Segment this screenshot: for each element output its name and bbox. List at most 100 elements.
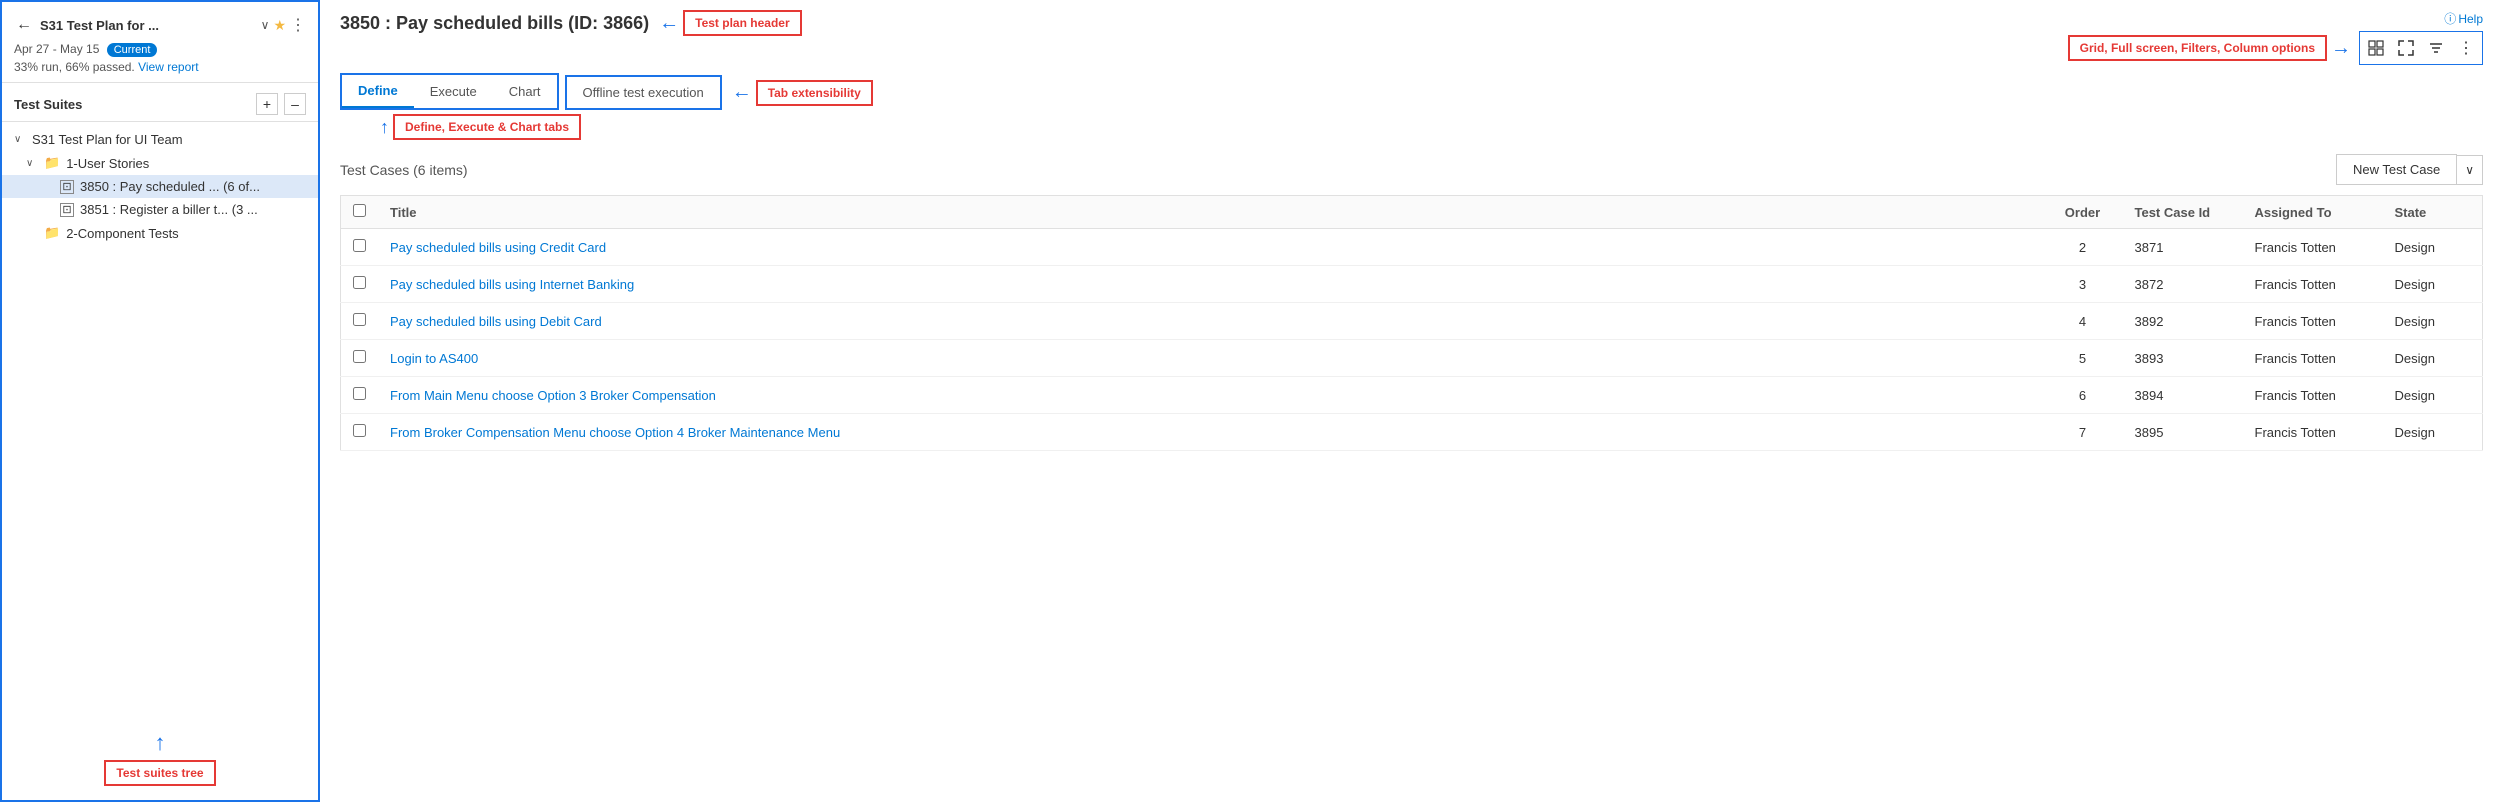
test-cases-count: Test Cases (6 items)	[340, 162, 468, 178]
filter-button[interactable]	[2422, 34, 2450, 62]
new-test-case-button[interactable]: New Test Case	[2336, 154, 2457, 185]
select-all-checkbox[interactable]	[353, 204, 366, 217]
row-checkbox-cell	[341, 377, 379, 414]
row-checkbox[interactable]	[353, 424, 366, 437]
row-title-cell: Pay scheduled bills using Internet Banki…	[378, 266, 2043, 303]
main-content: 3850 : Pay scheduled bills (ID: 3866) ← …	[320, 0, 2503, 802]
grid-options-annotation: Grid, Full screen, Filters, Column optio…	[2068, 35, 2327, 61]
tree-item-user-stories[interactable]: ∨ 📁 1-User Stories	[2, 151, 318, 175]
sidebar-plan-header: ← S31 Test Plan for ... ∨ ★ ⋮ Apr 27 - M…	[2, 2, 318, 83]
row-checkbox-cell	[341, 414, 379, 451]
back-button[interactable]: ←	[14, 14, 34, 36]
test-case-title-link[interactable]: From Broker Compensation Menu choose Opt…	[390, 425, 840, 440]
sidebar-annotation-label: Test suites tree	[104, 760, 215, 786]
row-order-cell: 4	[2043, 303, 2123, 340]
tree-item-3851[interactable]: ⊡ 3851 : Register a biller t... (3 ...	[2, 198, 318, 221]
tree-item-3850[interactable]: ⊡ 3850 : Pay scheduled ... (6 of...	[2, 175, 318, 198]
chevron-icon: ∨	[14, 134, 26, 145]
row-test-case-id-cell: 3872	[2123, 266, 2243, 303]
row-checkbox[interactable]	[353, 350, 366, 363]
tab-extensibility-annotation: Tab extensibility	[756, 80, 873, 106]
row-test-case-id-cell: 3895	[2123, 414, 2243, 451]
tab-execute[interactable]: Execute	[414, 75, 493, 108]
help-link[interactable]: ⓘ Help	[2444, 10, 2483, 27]
row-assigned-to-cell: Francis Totten	[2243, 229, 2383, 266]
collapse-suite-button[interactable]: –	[284, 93, 306, 115]
row-assigned-to-cell: Francis Totten	[2243, 303, 2383, 340]
suites-icon-group: + –	[256, 93, 306, 115]
row-checkbox[interactable]	[353, 276, 366, 289]
test-case-title-link[interactable]: From Main Menu choose Option 3 Broker Co…	[390, 388, 716, 403]
row-state-cell: Design	[2383, 414, 2483, 451]
row-test-case-id-cell: 3892	[2123, 303, 2243, 340]
row-state-cell: Design	[2383, 229, 2483, 266]
row-assigned-to-cell: Francis Totten	[2243, 266, 2383, 303]
row-assigned-to-cell: Francis Totten	[2243, 414, 2383, 451]
row-state-cell: Design	[2383, 340, 2483, 377]
view-report-link[interactable]: View report	[138, 60, 198, 74]
header-assigned-to-col: Assigned To	[2243, 196, 2383, 229]
row-assigned-to-cell: Francis Totten	[2243, 377, 2383, 414]
tab-define[interactable]: Define	[342, 75, 414, 108]
plan-header-annotation: Test plan header	[683, 10, 801, 36]
plan-stats: 33% run, 66% passed.	[14, 60, 135, 74]
row-order-cell: 2	[2043, 229, 2123, 266]
test-case-title-link[interactable]: Login to AS400	[390, 351, 478, 366]
folder-icon: 📁	[44, 155, 60, 171]
row-checkbox[interactable]	[353, 239, 366, 252]
test-suites-header: Test Suites + –	[2, 83, 318, 122]
sidebar: ← S31 Test Plan for ... ∨ ★ ⋮ Apr 27 - M…	[0, 0, 320, 802]
row-order-cell: 7	[2043, 414, 2123, 451]
table-body: Pay scheduled bills using Credit Card 2 …	[341, 229, 2483, 451]
suite-page-icon: ⊡	[60, 180, 74, 194]
new-test-case-dropdown-button[interactable]: ∨	[2457, 155, 2483, 185]
tree-item-label: S31 Test Plan for UI Team	[32, 132, 183, 147]
folder-icon: 📁	[44, 225, 60, 241]
row-title-cell: From Broker Compensation Menu choose Opt…	[378, 414, 2043, 451]
tab-group: Define Execute Chart	[340, 73, 559, 110]
offline-tab-border: Offline test execution	[565, 75, 722, 110]
table-row: Login to AS400 5 3893 Francis Totten Des…	[341, 340, 2483, 377]
plan-title: S31 Test Plan for ...	[40, 18, 257, 33]
tab-offline[interactable]: Offline test execution	[567, 77, 720, 108]
row-checkbox[interactable]	[353, 387, 366, 400]
table-row: From Broker Compensation Menu choose Opt…	[341, 414, 2483, 451]
favorite-star-icon[interactable]: ★	[273, 17, 286, 34]
tree-item-label: 1-User Stories	[66, 156, 149, 171]
tree-item-root[interactable]: ∨ S31 Test Plan for UI Team	[2, 128, 318, 151]
header-state-col: State	[2383, 196, 2483, 229]
fullscreen-button[interactable]	[2392, 34, 2420, 62]
tree-item-label: 3850 : Pay scheduled ... (6 of...	[80, 179, 260, 194]
grid-options-arrow-right-icon: →	[2331, 37, 2351, 60]
row-checkbox-cell	[341, 340, 379, 377]
test-case-title-link[interactable]: Pay scheduled bills using Internet Banki…	[390, 277, 634, 292]
table-row: From Main Menu choose Option 3 Broker Co…	[341, 377, 2483, 414]
test-case-title-link[interactable]: Pay scheduled bills using Credit Card	[390, 240, 606, 255]
grid-view-button[interactable]	[2362, 34, 2390, 62]
row-state-cell: Design	[2383, 377, 2483, 414]
row-order-cell: 6	[2043, 377, 2123, 414]
test-cases-table: Title Order Test Case Id Assigned To Sta…	[340, 195, 2483, 451]
grid-toolbar: ⋮	[2359, 31, 2483, 65]
tab-ext-arrow-left-icon: ←	[732, 81, 752, 104]
plan-more-icon[interactable]: ⋮	[290, 15, 306, 35]
plan-date-range: Apr 27 - May 15	[14, 42, 99, 56]
add-suite-button[interactable]: +	[256, 93, 278, 115]
header-order-col: Order	[2043, 196, 2123, 229]
column-options-button[interactable]: ⋮	[2452, 34, 2480, 62]
table-area: Test Cases (6 items) New Test Case ∨ Tit…	[320, 140, 2503, 802]
suite-page-icon: ⊡	[60, 203, 74, 217]
chevron-icon: ∨	[26, 158, 38, 169]
tree-item-label: 3851 : Register a biller t... (3 ...	[80, 202, 258, 217]
row-order-cell: 3	[2043, 266, 2123, 303]
define-execute-arrow-up-icon: ↑	[380, 117, 389, 138]
new-test-case-group: New Test Case ∨	[2336, 154, 2483, 185]
tree-item-component-tests[interactable]: 📁 2-Component Tests	[2, 221, 318, 245]
tab-chart[interactable]: Chart	[493, 75, 557, 108]
plan-chevron-icon[interactable]: ∨	[261, 18, 270, 32]
table-row: Pay scheduled bills using Internet Banki…	[341, 266, 2483, 303]
test-case-title-link[interactable]: Pay scheduled bills using Debit Card	[390, 314, 602, 329]
current-badge: Current	[107, 43, 158, 57]
row-checkbox[interactable]	[353, 313, 366, 326]
row-test-case-id-cell: 3894	[2123, 377, 2243, 414]
